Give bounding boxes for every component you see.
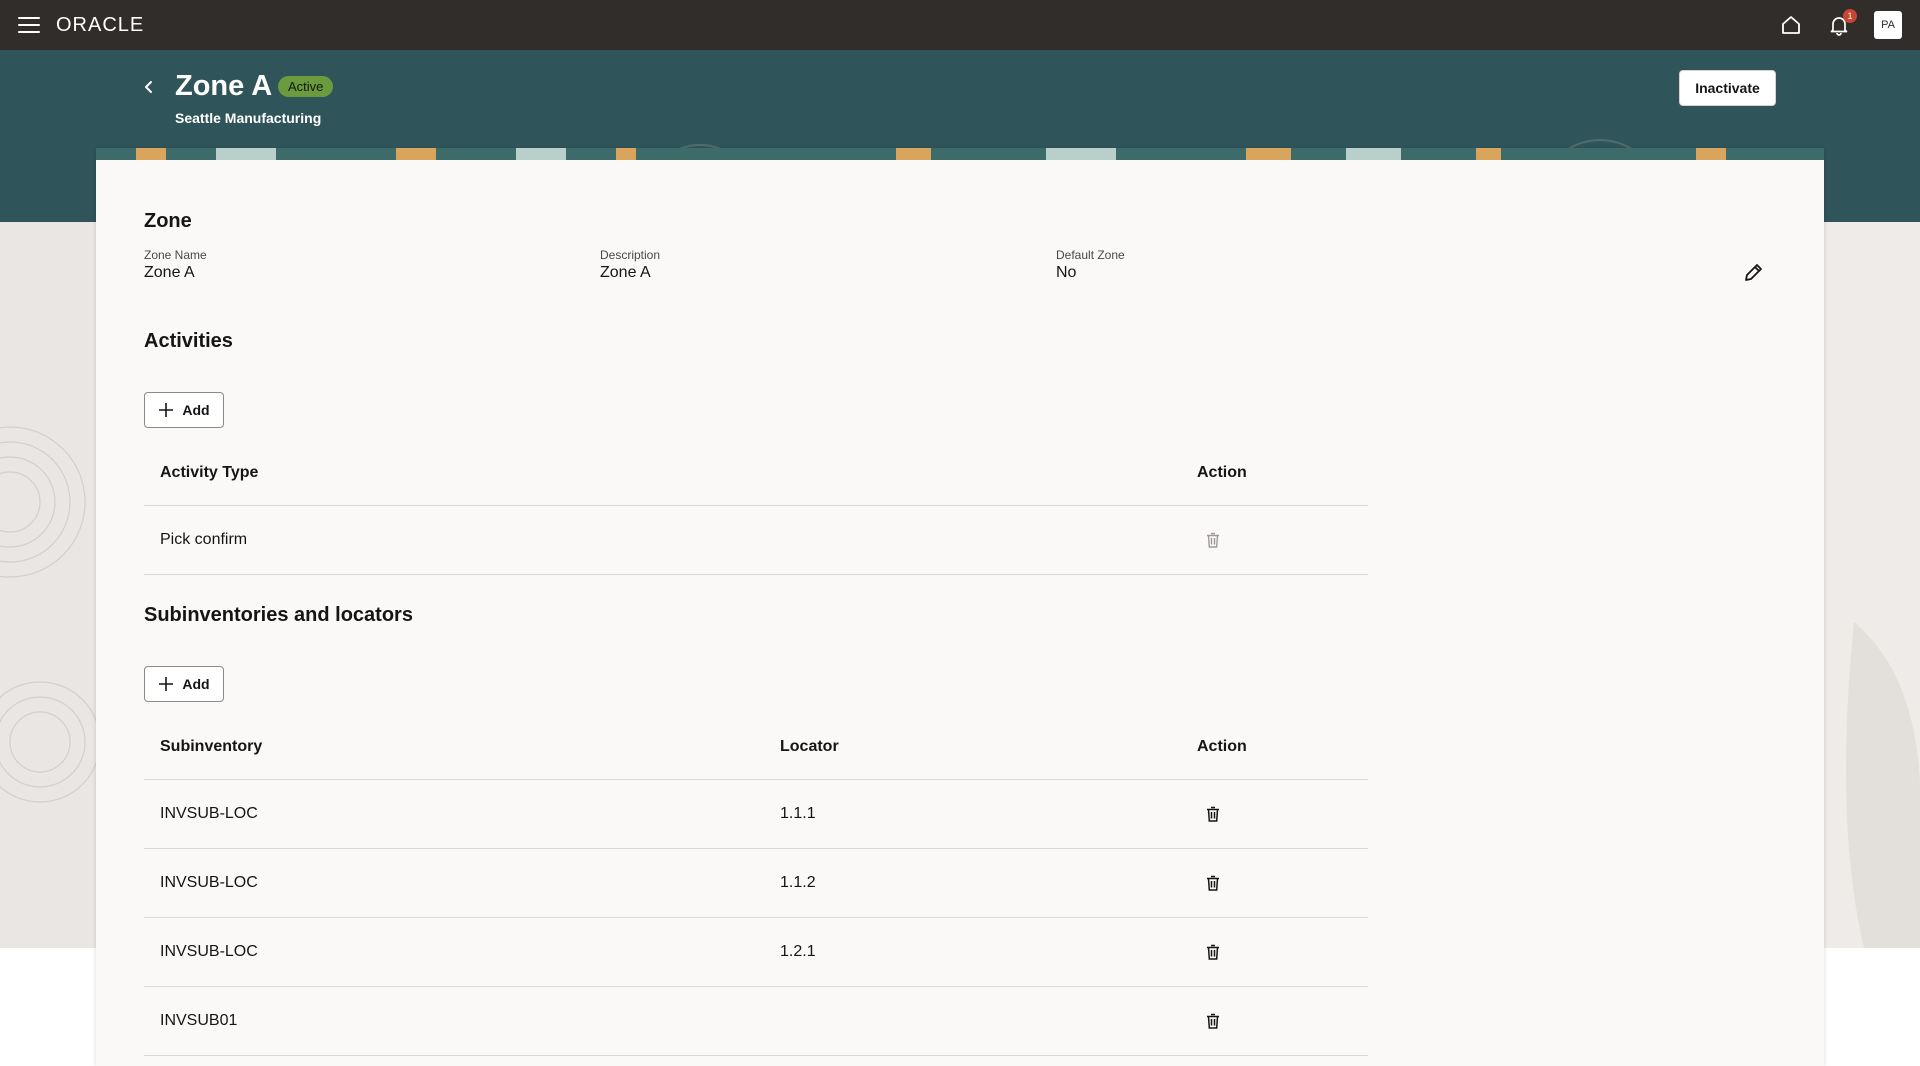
- card-decorative-banner: [96, 148, 1824, 160]
- delete-activity-button[interactable]: [1202, 529, 1224, 551]
- activities-section-title: Activities: [144, 330, 233, 352]
- trash-icon: [1207, 532, 1219, 548]
- table-header-row: Subinventory Locator Action: [144, 714, 1368, 780]
- default-zone-value: No: [1056, 264, 1077, 281]
- oracle-logo[interactable]: ORACLE: [56, 14, 144, 37]
- locator-cell: 1.1.2: [780, 874, 816, 891]
- plus-icon: [159, 403, 174, 417]
- table-row: INVSUB01: [144, 987, 1368, 1056]
- locator-cell: 1.2.1: [780, 943, 816, 960]
- subinventory-cell: INVSUB-LOC: [160, 943, 258, 960]
- column-header-subinventory[interactable]: Subinventory: [160, 738, 262, 756]
- plus-icon: [159, 677, 174, 691]
- edit-zone-button[interactable]: [1740, 260, 1766, 286]
- trash-icon: [1207, 1013, 1219, 1029]
- side-decoration-right: [1824, 222, 1920, 948]
- add-activity-button[interactable]: Add: [144, 392, 224, 428]
- subinventories-section-title: Subinventories and locators: [144, 604, 413, 626]
- description-label: Description: [600, 248, 661, 262]
- delete-row-button[interactable]: [1202, 1010, 1224, 1032]
- table-row: INVSUB-LOC 1.1.2: [144, 849, 1368, 918]
- notification-badge: 1: [1843, 9, 1857, 23]
- locator-cell: 1.1.1: [780, 805, 816, 822]
- default-zone-label: Default Zone: [1056, 248, 1125, 262]
- side-decoration-left: [0, 222, 96, 948]
- subinventory-cell: INVSUB-LOC: [160, 874, 258, 891]
- top-bar: ORACLE 1 PA: [0, 0, 1920, 50]
- back-button[interactable]: [138, 76, 160, 98]
- table-row: Pick confirm: [144, 506, 1368, 575]
- column-header-action: Action: [1197, 737, 1247, 755]
- add-subinventory-label: Add: [182, 676, 210, 692]
- description-value: Zone A: [600, 264, 651, 281]
- pencil-icon: [1745, 264, 1762, 281]
- chevron-left-icon: [145, 81, 152, 93]
- activity-type-cell: Pick confirm: [160, 531, 248, 548]
- inactivate-button[interactable]: Inactivate: [1679, 70, 1776, 106]
- delete-row-button[interactable]: [1202, 803, 1224, 825]
- add-activity-label: Add: [182, 402, 210, 418]
- page-subtitle: Seattle Manufacturing: [175, 110, 322, 126]
- trash-icon: [1207, 875, 1219, 891]
- add-subinventory-button[interactable]: Add: [144, 666, 224, 702]
- home-icon[interactable]: [1778, 12, 1804, 38]
- subinventory-cell: INVSUB-LOC: [160, 805, 258, 822]
- trash-icon: [1207, 944, 1219, 960]
- status-badge: Active: [278, 76, 334, 97]
- delete-row-button[interactable]: [1202, 941, 1224, 963]
- subinventory-cell: INVSUB01: [160, 1012, 238, 1029]
- delete-row-button[interactable]: [1202, 872, 1224, 894]
- column-header-locator[interactable]: Locator: [780, 738, 839, 756]
- column-header-activity-type[interactable]: Activity Type: [160, 464, 258, 482]
- zone-name-value: Zone A: [144, 264, 195, 281]
- zone-details-card: Zone Zone Name Zone A Description Zone A…: [96, 148, 1824, 1066]
- subinventories-table: Subinventory Locator Action INVSUB-LOC 1…: [144, 714, 1368, 1056]
- trash-icon: [1207, 806, 1219, 822]
- table-row: INVSUB-LOC 1.2.1: [144, 918, 1368, 987]
- zone-section-title: Zone: [144, 210, 192, 232]
- column-header-action: Action: [1197, 463, 1247, 481]
- menu-icon[interactable]: [18, 17, 40, 33]
- table-row: INVSUB-LOC 1.1.1: [144, 780, 1368, 849]
- zone-name-label: Zone Name: [144, 248, 207, 262]
- user-avatar[interactable]: PA: [1874, 11, 1902, 39]
- table-header-row: Activity Type Action: [144, 440, 1368, 506]
- page-title: Zone A: [175, 70, 273, 102]
- notifications-bell-icon[interactable]: 1: [1826, 9, 1857, 38]
- activities-table: Activity Type Action Pick confirm: [144, 440, 1368, 575]
